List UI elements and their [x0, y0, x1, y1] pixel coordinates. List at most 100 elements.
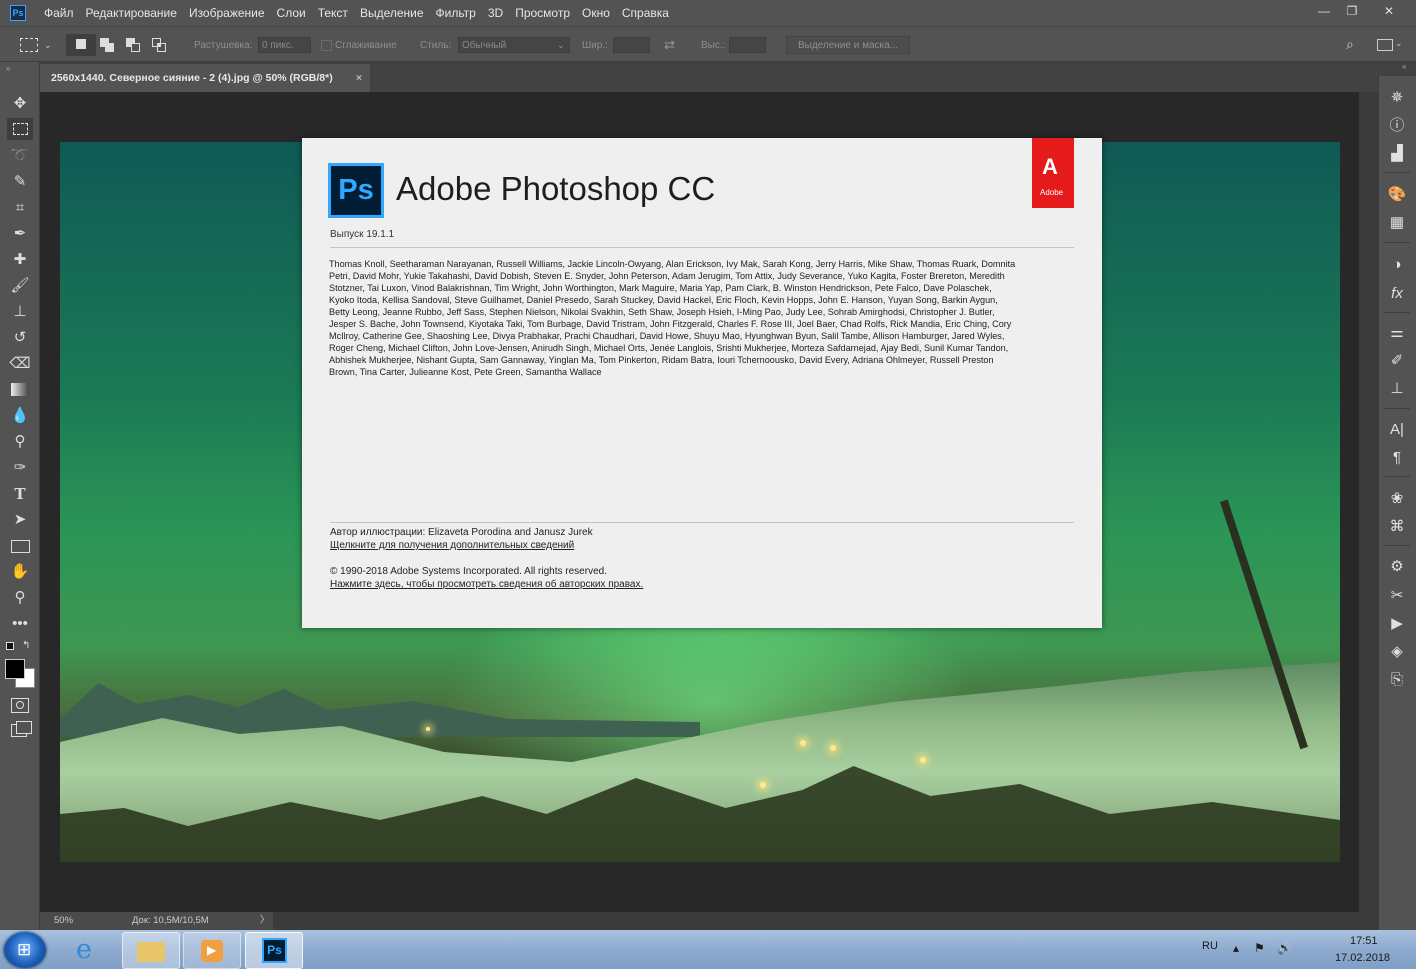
horizontal-scrollbar[interactable] — [273, 912, 1378, 930]
color-panel-icon[interactable]: 🎨 — [1385, 184, 1409, 206]
copyright-details-link[interactable]: Нажмите здесь, чтобы просмотреть сведени… — [330, 579, 643, 590]
zoom-tool-icon[interactable]: ⚲ — [6, 587, 34, 609]
paths-panel-icon[interactable]: ⌘ — [1385, 516, 1409, 538]
histogram-panel-icon[interactable]: ▟ — [1385, 143, 1409, 165]
menu-edit[interactable]: Редактирование — [80, 6, 183, 20]
menu-select[interactable]: Выделение — [354, 6, 430, 20]
explorer-taskbar-button[interactable] — [122, 932, 180, 969]
minimize-button[interactable]: — — [1311, 3, 1337, 19]
selection-mode-add[interactable] — [100, 38, 114, 52]
crop-tool-icon[interactable]: ⌗ — [6, 197, 34, 219]
menu-layers[interactable]: Слои — [271, 6, 312, 20]
lasso-tool-icon[interactable]: ➰ — [6, 145, 34, 167]
swatches-panel-icon[interactable]: ▦ — [1385, 212, 1409, 234]
gradient-tool-icon[interactable] — [11, 383, 29, 396]
pen-tool-icon[interactable]: ✑ — [6, 457, 34, 479]
styles-panel-icon[interactable]: fx — [1385, 283, 1409, 305]
path-selection-tool-icon[interactable]: ➤ — [6, 509, 34, 531]
style-select[interactable]: Обычный ⌄ — [458, 37, 570, 53]
volume-icon[interactable]: 🔊 — [1277, 941, 1292, 955]
workspace-icon[interactable] — [1377, 39, 1393, 51]
history-panel-icon[interactable]: ✂ — [1385, 585, 1409, 607]
eyedropper-tool-icon[interactable]: ✒ — [6, 223, 34, 245]
select-and-mask-button[interactable]: Выделение и маска... — [786, 36, 910, 54]
chevron-down-icon[interactable]: ⌄ — [44, 40, 52, 51]
search-icon[interactable]: ⌕ — [1346, 36, 1354, 53]
menu-3d[interactable]: 3D — [482, 6, 509, 20]
paragraph-panel-icon[interactable]: ¶ — [1385, 447, 1409, 469]
info-panel-icon[interactable]: ⓘ — [1385, 115, 1409, 137]
antialias-checkbox[interactable] — [321, 40, 332, 51]
action-center-icon[interactable]: ⚑ — [1254, 941, 1265, 955]
clock-time[interactable]: 17:51 — [1350, 935, 1378, 947]
rectangle-tool-icon[interactable] — [11, 540, 30, 553]
restore-button[interactable]: ❐ — [1339, 3, 1365, 19]
internet-explorer-taskbar-button[interactable]: e — [62, 932, 118, 967]
actions-panel-icon[interactable]: ▶ — [1385, 613, 1409, 635]
collapse-icon[interactable]: » — [6, 64, 10, 73]
history-brush-tool-icon[interactable]: ↺ — [6, 327, 34, 349]
adjustments-panel-icon[interactable]: ◑ — [1385, 254, 1409, 276]
width-input[interactable] — [613, 37, 650, 53]
hand-tool-icon[interactable]: ✋ — [6, 561, 34, 583]
status-menu-arrow-icon[interactable]: 〉 — [260, 912, 270, 930]
document-tab[interactable]: 2560x1440. Северное сияние - 2 (4).jpg @… — [40, 64, 370, 92]
swap-colors-icon[interactable]: ↰ — [22, 640, 30, 651]
selection-mode-new[interactable] — [66, 34, 96, 56]
feather-input[interactable]: 0 пикс. — [258, 37, 311, 53]
show-hidden-icons-icon[interactable]: ▴ — [1233, 941, 1239, 955]
photoshop-app-icon[interactable]: Ps — [10, 5, 26, 21]
clone-source-panel-icon[interactable]: ⊥ — [1385, 378, 1409, 400]
start-button[interactable]: ⊞ — [4, 932, 46, 968]
quick-selection-tool-icon[interactable]: ✎ — [6, 171, 34, 193]
panel-dock-header[interactable]: « — [1378, 62, 1416, 76]
brush-settings-panel-icon[interactable]: ⚌ — [1385, 322, 1409, 344]
close-tab-icon[interactable]: × — [356, 64, 362, 92]
eraser-tool-icon[interactable]: ⌫ — [6, 353, 34, 375]
marquee-tool-preset-icon[interactable] — [20, 38, 38, 52]
menu-view[interactable]: Просмотр — [509, 6, 576, 20]
photoshop-taskbar-button[interactable]: Ps — [245, 932, 303, 969]
type-tool-icon[interactable]: T — [6, 483, 34, 505]
move-tool-icon[interactable]: ✥ — [6, 93, 34, 115]
brush-tool-icon[interactable]: 🖌 — [6, 275, 34, 297]
menu-filter[interactable]: Фильтр — [430, 6, 482, 20]
channels-panel-icon[interactable]: ❀ — [1385, 488, 1409, 510]
about-dialog[interactable]: Ps Adobe Photoshop CC A Adobe Выпуск 19.… — [302, 138, 1102, 628]
house-light — [920, 757, 926, 763]
swap-width-height-icon[interactable]: ⇄ — [664, 37, 675, 53]
menu-type[interactable]: Текст — [312, 6, 354, 20]
navigator-panel-icon[interactable]: ✵ — [1385, 87, 1409, 109]
character-panel-icon[interactable]: A| — [1385, 419, 1409, 441]
selection-mode-subtract[interactable] — [126, 38, 140, 52]
clock-date[interactable]: 17.02.2018 — [1335, 952, 1390, 964]
collapse-icon[interactable]: « — [1402, 62, 1406, 71]
clone-stamp-tool-icon[interactable]: ⊥ — [6, 301, 34, 323]
vertical-scrollbar[interactable] — [1359, 92, 1378, 912]
media-player-taskbar-button[interactable]: ▶ — [183, 932, 241, 969]
chevron-down-icon[interactable]: ⌄ — [1395, 38, 1403, 49]
menu-window[interactable]: Окно — [576, 6, 616, 20]
height-input[interactable] — [729, 37, 766, 53]
blur-tool-icon[interactable]: 💧 — [6, 405, 34, 427]
menu-file[interactable]: Файл — [38, 6, 80, 20]
menu-image[interactable]: Изображение — [183, 6, 271, 20]
close-button[interactable]: ✕ — [1376, 3, 1402, 19]
zoom-level[interactable]: 50% — [54, 912, 73, 930]
more-tools-icon[interactable]: ••• — [6, 613, 34, 635]
language-indicator[interactable]: RU — [1202, 940, 1218, 952]
layer-comps-panel-icon[interactable]: ⎘ — [1385, 669, 1409, 691]
marquee-tool-active[interactable] — [7, 118, 33, 140]
foreground-color-swatch[interactable] — [5, 659, 25, 679]
quick-mask-icon[interactable] — [11, 698, 29, 713]
dodge-tool-icon[interactable]: ⚲ — [6, 431, 34, 453]
properties-panel-icon[interactable]: ⚙ — [1385, 556, 1409, 578]
default-colors-icon[interactable] — [6, 642, 14, 650]
screen-mode-icon[interactable] — [11, 721, 32, 737]
selection-mode-intersect[interactable] — [152, 38, 166, 52]
more-info-link[interactable]: Щелкните для получения дополнительных св… — [330, 540, 574, 551]
healing-brush-tool-icon[interactable]: ✚ — [6, 249, 34, 271]
brushes-panel-icon[interactable]: ✐ — [1385, 350, 1409, 372]
layers-panel-icon[interactable]: ◈ — [1385, 641, 1409, 663]
menu-help[interactable]: Справка — [616, 6, 675, 20]
